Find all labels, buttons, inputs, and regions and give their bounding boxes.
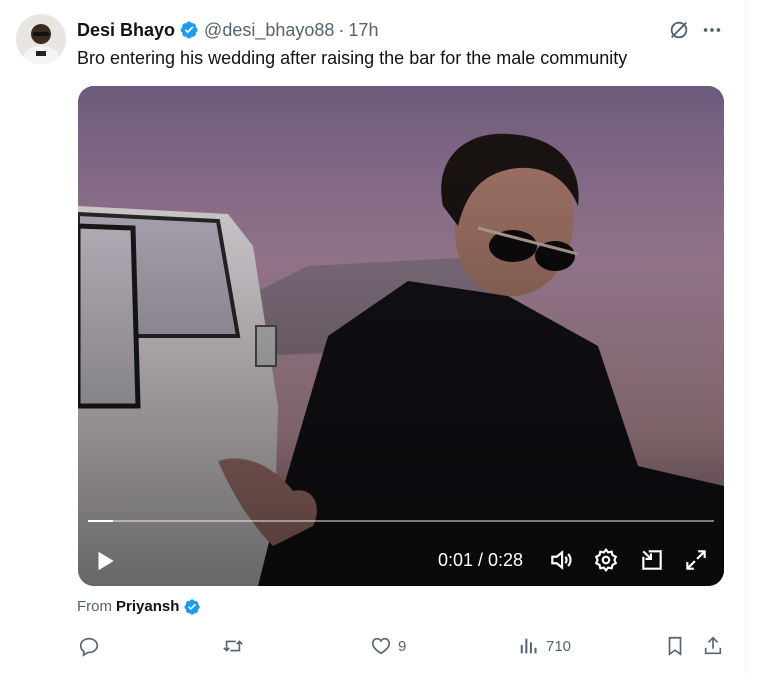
volume-icon [551, 550, 572, 570]
verified-badge-icon[interactable] [183, 598, 201, 616]
display-name[interactable]: Desi Bhayo [77, 20, 175, 41]
views-icon [520, 638, 537, 654]
view-count: 710 [546, 637, 572, 655]
bookmark-icon [668, 636, 682, 656]
tweet-header: Desi Bhayo @desi_bhayo88 · 17h [77, 19, 378, 41]
verified-badge-icon[interactable] [179, 20, 199, 40]
play-icon [98, 551, 114, 571]
fullscreen-button[interactable] [683, 547, 709, 573]
separator-dot: · [338, 19, 345, 40]
attribution-from-label: From [77, 598, 112, 615]
retweet-button[interactable] [222, 634, 250, 658]
attribution-name[interactable]: Priyansh [116, 597, 179, 617]
like-button[interactable]: 9 [370, 634, 406, 658]
avatar-image [16, 14, 66, 64]
play-button[interactable] [92, 548, 118, 574]
heart-icon [371, 637, 391, 655]
pip-button[interactable] [639, 547, 665, 573]
grok-icon[interactable] [668, 19, 690, 41]
video-player[interactable]: 0:01 / 0:28 [78, 86, 724, 586]
video-attribution: From Priyansh [77, 597, 201, 617]
column-divider [745, 0, 746, 674]
tweet-timestamp[interactable]: 17h [348, 20, 378, 41]
video-progress-fill [88, 520, 114, 522]
share-button[interactable] [702, 634, 724, 658]
fullscreen-icon [686, 550, 706, 570]
video-frame [78, 86, 724, 586]
pip-icon [642, 550, 662, 570]
settings-icon [594, 547, 618, 573]
views-button[interactable]: 710 [518, 634, 571, 658]
retweet-icon [223, 640, 243, 652]
avatar[interactable] [16, 14, 66, 64]
more-icon[interactable] [701, 19, 723, 41]
bookmark-button[interactable] [664, 634, 686, 658]
settings-button[interactable] [593, 547, 619, 573]
video-time-readout: 0:01 / 0:28 [438, 550, 524, 570]
reply-button[interactable] [78, 634, 106, 658]
video-scrubber[interactable] [88, 520, 714, 522]
author-handle[interactable]: @desi_bhayo88 [204, 20, 334, 41]
tweet-text: Bro entering his wedding after raising t… [77, 48, 628, 68]
reply-icon [79, 637, 99, 657]
share-icon [704, 636, 722, 655]
volume-button[interactable] [548, 547, 574, 573]
like-count: 9 [398, 637, 407, 655]
